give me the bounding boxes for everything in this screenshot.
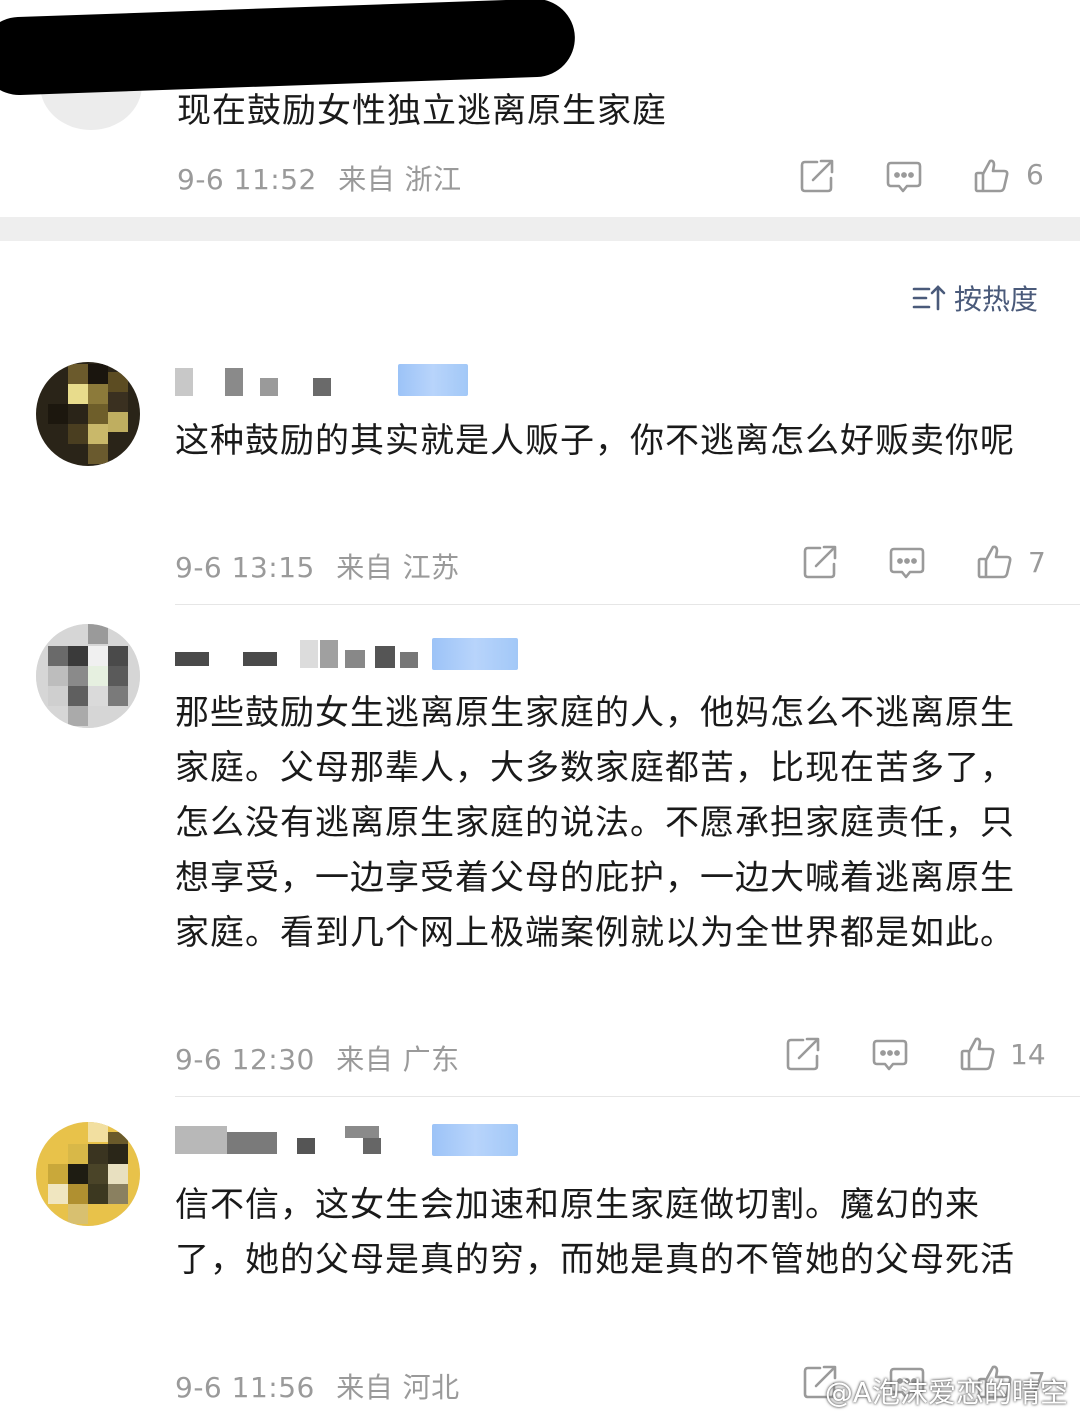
avatar[interactable] [36,624,140,728]
comment-icon[interactable] [884,156,924,196]
comment-text: 那些鼓励女生逃离原生家庭的人，他妈怎么不逃离原生家庭。父母那辈人，大多数家庭都苦… [175,693,1015,953]
sort-icon [912,281,946,315]
post-source: 来自 浙江 [338,163,462,196]
user-badge [432,638,518,670]
thumbs-up-icon[interactable] [975,542,1015,582]
like-count: 14 [1010,1038,1046,1071]
thumbs-up-icon[interactable] [958,1034,998,1074]
username[interactable] [175,640,425,668]
comment-text: 信不信，这女生会加速和原生家庭做切割。魔幻的来了，她的父母是真的穷，而她是真的不… [175,1185,1015,1280]
comment-time: 9-6 11:56 [175,1371,315,1404]
redaction-mark [0,0,577,97]
post-meta: 9-6 11:52 来自 浙江 [177,158,462,198]
watermark: @A泡沫爱恋的晴空 [824,1376,1068,1409]
avatar[interactable] [36,1122,140,1226]
divider [175,1096,1080,1097]
comment-icon[interactable] [887,542,927,582]
user-badge [398,364,468,396]
post-text: 现在鼓励女性独立逃离原生家庭 [177,91,667,131]
section-divider [0,217,1080,241]
share-icon[interactable] [797,156,837,196]
comment-source: 来自 江苏 [336,551,460,584]
avatar[interactable] [36,362,140,466]
username[interactable] [175,1126,395,1154]
share-icon[interactable] [783,1034,823,1074]
like-count: 6 [1026,158,1044,191]
comment-source: 来自 河北 [336,1371,460,1404]
divider [175,604,1080,605]
comment-icon[interactable] [870,1034,910,1074]
post-time: 9-6 11:52 [177,163,317,196]
comment-time: 9-6 12:30 [175,1043,315,1076]
comment-meta: 9-6 13:15 来自 江苏 [175,546,460,586]
sort-label: 按热度 [954,283,1039,316]
comment-meta: 9-6 11:56 来自 河北 [175,1366,460,1406]
comment-text: 这种鼓励的其实就是人贩子，你不逃离怎么好贩卖你呢 [175,421,1015,461]
comment-source: 来自 广东 [336,1043,460,1076]
share-icon[interactable] [800,542,840,582]
comment-meta: 9-6 12:30 来自 广东 [175,1038,460,1078]
user-badge [432,1124,518,1156]
sort-button[interactable]: 按热度 [912,278,1038,318]
comment-time: 9-6 13:15 [175,551,315,584]
like-count: 7 [1028,546,1046,579]
thumbs-up-icon[interactable] [972,156,1012,196]
